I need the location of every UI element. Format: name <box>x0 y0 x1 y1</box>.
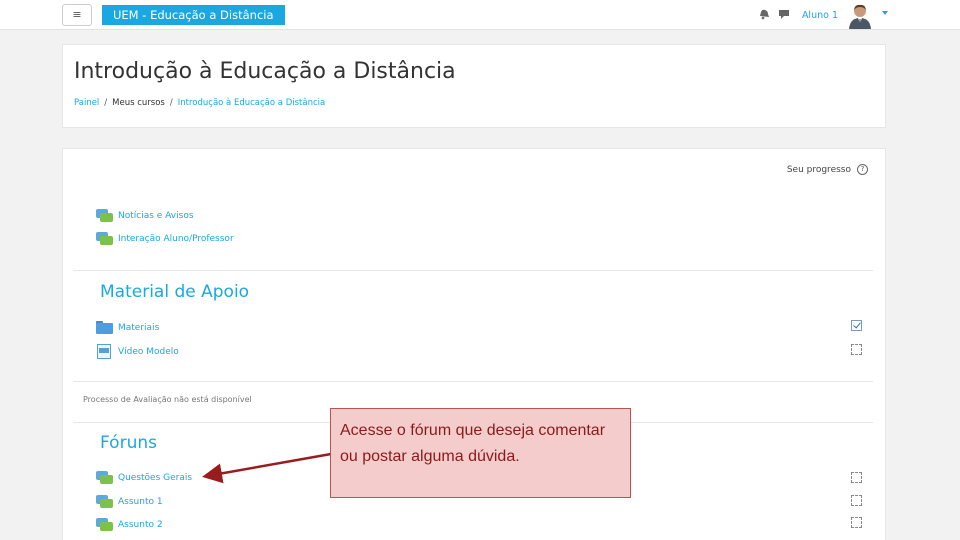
activity-video-modelo[interactable]: Vídeo Modelo <box>96 344 179 359</box>
menu-toggle-button[interactable]: ≡ <box>62 4 92 26</box>
top-navbar: ≡ UEM - Educação a Distância Aluno 1 <box>0 0 960 30</box>
section-divider <box>73 270 873 271</box>
completion-checkbox[interactable] <box>851 495 862 506</box>
chevron-down-icon[interactable] <box>882 11 888 15</box>
activity-assunto-2[interactable]: Assunto 2 <box>96 518 163 532</box>
site-name-link[interactable]: UEM - Educação a Distância <box>102 5 285 25</box>
user-name-link[interactable]: Aluno 1 <box>802 10 838 21</box>
forum-icon <box>96 209 114 223</box>
completion-checkbox[interactable] <box>851 517 862 528</box>
instruction-callout: Acesse o fórum que deseja comentar ou po… <box>330 408 631 498</box>
page-title: Introdução à Educação a Distância <box>74 59 456 84</box>
activity-assunto-1[interactable]: Assunto 1 <box>96 495 163 509</box>
activity-label[interactable]: Notícias e Avisos <box>118 211 194 221</box>
activity-questoes-gerais[interactable]: Questões Gerais <box>96 471 192 485</box>
activity-label[interactable]: Vídeo Modelo <box>118 347 179 357</box>
page-header: Introdução à Educação a Distância Painel… <box>62 44 886 128</box>
completion-checkbox[interactable] <box>851 344 862 355</box>
activity-label[interactable]: Assunto 1 <box>118 497 163 507</box>
bell-icon[interactable] <box>758 8 770 23</box>
forum-icon <box>96 471 114 485</box>
activity-label[interactable]: Materiais <box>118 323 159 333</box>
completion-checkbox-checked[interactable] <box>851 320 862 331</box>
breadcrumb-item-course[interactable]: Introdução à Educação a Distância <box>178 98 325 108</box>
section-title-foruns[interactable]: Fóruns <box>100 433 157 453</box>
activity-interacao-aluno-professor[interactable]: Interação Aluno/Professor <box>96 232 234 246</box>
video-icon <box>96 344 114 359</box>
activity-materiais[interactable]: Materiais <box>96 321 159 334</box>
activity-label[interactable]: Questões Gerais <box>118 473 192 483</box>
breadcrumb-separator: / <box>104 98 108 108</box>
activity-label[interactable]: Interação Aluno/Professor <box>118 234 234 244</box>
avatar[interactable] <box>848 3 872 29</box>
folder-icon <box>96 321 114 334</box>
help-icon[interactable]: ? <box>857 164 868 175</box>
availability-notice: Processo de Avaliação não está disponíve… <box>83 395 252 404</box>
user-nav: Aluno 1 <box>758 0 838 30</box>
activity-label[interactable]: Assunto 2 <box>118 520 163 530</box>
completion-checkbox[interactable] <box>851 472 862 483</box>
forum-icon <box>96 495 114 509</box>
hamburger-icon: ≡ <box>72 8 82 21</box>
forum-icon <box>96 518 114 532</box>
section-title-material-apoio[interactable]: Material de Apoio <box>100 282 249 302</box>
breadcrumb-separator: / <box>169 98 173 108</box>
breadcrumb: Painel / Meus cursos / Introdução à Educ… <box>74 98 325 108</box>
forum-icon <box>96 232 114 246</box>
breadcrumb-item-meus-cursos: Meus cursos <box>112 98 165 108</box>
section-divider <box>73 381 873 382</box>
chat-icon[interactable] <box>778 8 790 23</box>
progress-label: Seu progresso <box>786 164 851 175</box>
progress-indicator: Seu progresso ? <box>787 164 868 175</box>
activity-noticias-avisos[interactable]: Notícias e Avisos <box>96 209 194 223</box>
breadcrumb-item-painel[interactable]: Painel <box>74 98 99 108</box>
